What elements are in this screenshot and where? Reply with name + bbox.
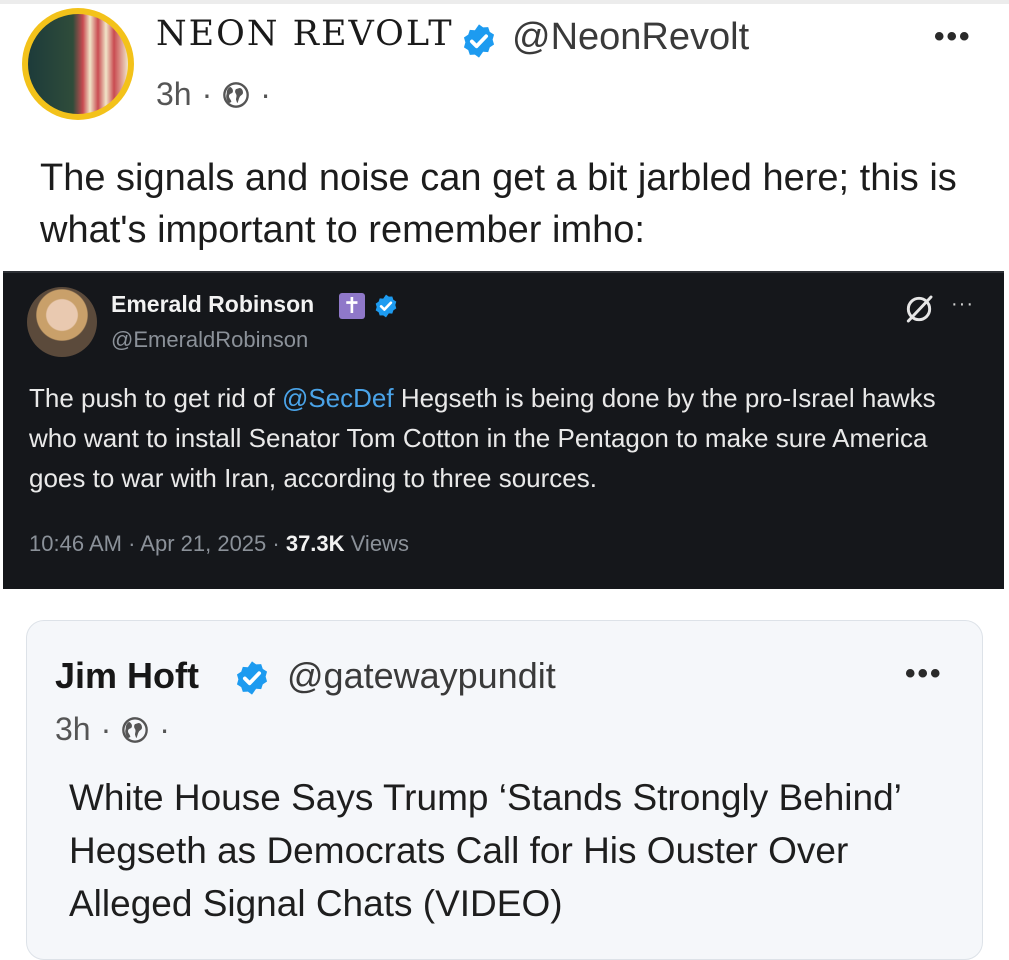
meta-separator: ·	[159, 711, 170, 747]
grok-icon	[906, 295, 933, 323]
quoted-post-time[interactable]: 3h	[55, 711, 91, 748]
quoted-more-options-button[interactable]: •••	[905, 657, 943, 691]
post-time[interactable]: 3h	[156, 76, 192, 113]
embedded-author-avatar	[27, 287, 97, 357]
quoted-post-card[interactable]: Jim Hoft @gatewaypundit ••• 3h · · White…	[26, 620, 983, 960]
quoted-post-meta: 3h · ·	[55, 711, 170, 748]
author-avatar[interactable]	[22, 8, 134, 120]
meta-separator: ·	[100, 711, 112, 747]
embedded-verified-badge-icon	[375, 294, 397, 318]
quoted-author-handle[interactable]: @gatewaypundit	[287, 655, 556, 697]
meta-separator: ·	[260, 76, 271, 112]
globe-icon	[122, 716, 149, 743]
post-text: The signals and noise can get a bit jarb…	[40, 157, 957, 251]
embedded-tweet-screenshot[interactable]: Emerald Robinson ✝ @EmeraldRobinson ··· …	[3, 271, 1004, 589]
embedded-more-icon: ···	[951, 293, 974, 315]
embedded-author-handle: @EmeraldRobinson	[111, 327, 309, 352]
meta-separator: ·	[201, 76, 213, 112]
more-options-button[interactable]: •••	[934, 20, 972, 54]
embedded-author-name: Emerald Robinson	[111, 291, 315, 317]
quoted-author-name[interactable]: Jim Hoft	[55, 655, 199, 697]
embedded-tweet-text: The push to get rid of @SecDef Hegseth i…	[29, 383, 936, 493]
post-meta: 3h · ·	[156, 76, 271, 113]
embedded-tweet-meta: 10:46 AM · Apr 21, 2025 · 37.3K Views	[29, 531, 409, 556]
author-display-name[interactable]: NEON REVOLT	[156, 14, 454, 54]
mention-link: @SecDef	[281, 383, 394, 413]
top-divider	[0, 0, 1009, 4]
quoted-verified-badge-icon	[236, 661, 268, 695]
quoted-post-text: White House Says Trump ‘Stands Strongly …	[69, 777, 901, 924]
cross-badge-icon: ✝	[339, 293, 365, 319]
views-count: 37.3K	[285, 531, 345, 556]
globe-icon	[223, 81, 250, 108]
author-handle[interactable]: @NeonRevolt	[512, 16, 749, 59]
verified-badge-icon	[463, 24, 495, 58]
